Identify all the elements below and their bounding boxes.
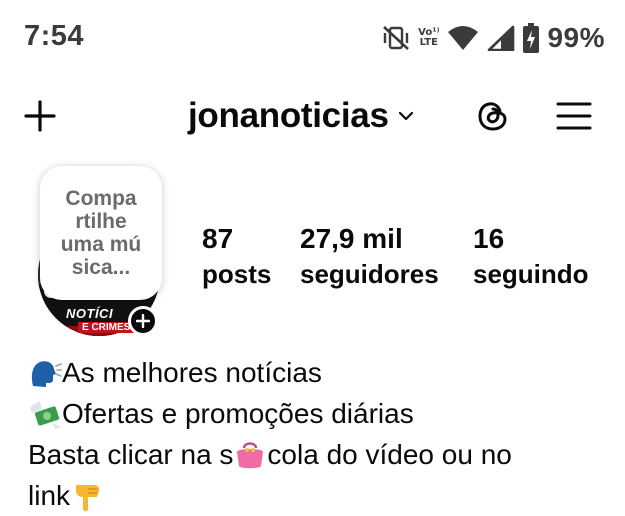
stat-following[interactable]: 16 seguindo xyxy=(473,222,589,292)
volte-icon: Vo¹⁾ LTE xyxy=(418,28,439,48)
stat-posts[interactable]: 87 posts xyxy=(202,222,271,292)
bio-line-1: As melhores notícias xyxy=(28,352,618,393)
bio-line-2: Ofertas e promoções diárias xyxy=(28,393,618,434)
volte-bottom-label: LTE xyxy=(419,37,438,48)
bio-line-3: Basta clicar na s cola do vídeo ou no xyxy=(28,434,618,475)
bio-line-4: link xyxy=(28,475,618,516)
note-bubble[interactable]: Compa rtilhe uma mú sica... xyxy=(40,166,162,300)
stat-following-value: 16 xyxy=(473,223,505,254)
plus-icon xyxy=(136,314,150,328)
note-text: Compa rtilhe uma mú sica... xyxy=(60,187,142,279)
bio-line-3-text-a: Basta clicar na s xyxy=(28,439,234,470)
stat-posts-label: posts xyxy=(202,259,272,289)
bio-line-4-text[interactable]: link xyxy=(28,475,70,516)
threads-icon[interactable] xyxy=(476,99,510,133)
bio-line-3-text-b: cola do vídeo ou no xyxy=(267,439,512,470)
account-switcher[interactable]: jonanoticias xyxy=(188,96,413,136)
add-icon[interactable] xyxy=(24,100,56,132)
username: jonanoticias xyxy=(188,96,389,135)
signal-icon xyxy=(488,25,515,51)
profile-header: jonanoticias xyxy=(0,86,625,146)
menu-icon[interactable] xyxy=(556,100,592,132)
avatar-logo-subtext: E CRIMES xyxy=(78,322,135,333)
profile-bio: As melhores notícias Ofertas e promoções… xyxy=(28,352,618,516)
avatar-logo-text: NOTÍCI xyxy=(66,306,114,321)
wifi-icon xyxy=(448,26,479,50)
stat-followers[interactable]: 27,9 mil seguidores xyxy=(300,222,439,292)
mute-vibrate-icon xyxy=(383,26,410,50)
stat-followers-value: 27,9 mil xyxy=(300,223,403,254)
bio-line-1-text: As melhores notícias xyxy=(62,357,322,388)
money-with-wings-emoji xyxy=(30,400,61,429)
stat-following-label: seguindo xyxy=(473,259,589,289)
status-icons: Vo¹⁾ LTE 99% xyxy=(382,20,605,56)
battery-percent: 99% xyxy=(547,22,605,53)
speaking-head-emoji xyxy=(31,360,62,387)
purse-emoji xyxy=(237,441,264,468)
status-time: 7:54 xyxy=(24,20,85,52)
pointing-down-emoji xyxy=(76,484,100,511)
status-bar: 7:54 Vo¹⁾ LTE 99% xyxy=(0,0,625,78)
bio-line-2-text: Ofertas e promoções diárias xyxy=(62,398,414,429)
battery-charging-icon xyxy=(523,23,540,53)
stat-posts-value: 87 xyxy=(202,223,234,254)
stat-followers-label: seguidores xyxy=(300,259,439,289)
add-story-button[interactable] xyxy=(128,306,158,336)
chevron-down-icon xyxy=(398,111,413,121)
